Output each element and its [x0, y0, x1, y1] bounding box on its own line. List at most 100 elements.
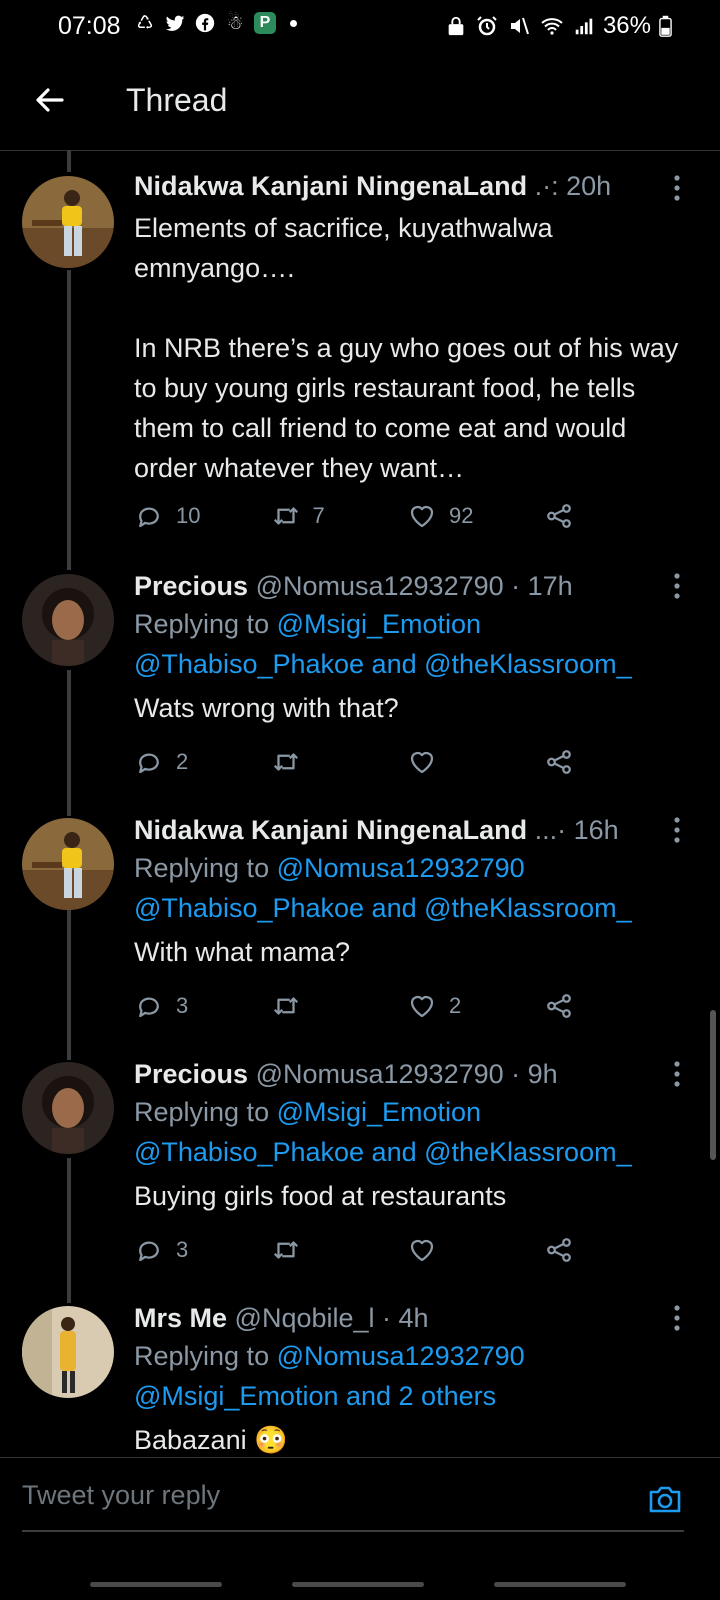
author-handle-time: @Nomusa12932790 · 9h	[248, 1059, 558, 1089]
reply-button[interactable]: 3	[134, 1235, 271, 1265]
status-time: 07:08	[58, 12, 121, 40]
tweet-actions: 10 7 92	[134, 496, 680, 536]
more-vertical-icon[interactable]	[672, 1304, 682, 1332]
mention-link[interactable]: @Thabiso_Phakoe and @theKlassroom_	[134, 888, 680, 928]
retweet-button[interactable]: 7	[271, 501, 408, 531]
recycle-notification-icon: ♺	[136, 12, 154, 34]
thread-connector	[67, 1158, 71, 1303]
like-icon	[410, 1239, 434, 1262]
tweet-text: Wats wrong with that?	[134, 693, 399, 723]
mention-link[interactable]: @Nomusa12932790	[277, 853, 525, 883]
wifi-icon	[541, 18, 563, 35]
author-handle-time: ...· 16h	[527, 815, 619, 845]
camera-icon[interactable]	[646, 1480, 684, 1518]
more-vertical-icon[interactable]	[672, 816, 682, 844]
avatar[interactable]	[22, 176, 114, 268]
like-button[interactable]	[407, 1235, 544, 1265]
author-name[interactable]: Nidakwa Kanjani NingenaLand	[134, 815, 527, 845]
tweet-actions: 3	[134, 1230, 680, 1270]
share-button[interactable]	[544, 1235, 681, 1265]
app-notification-icon: ☃	[226, 12, 244, 34]
mention-link[interactable]: @Nomusa12932790	[277, 1341, 525, 1371]
retweet-button[interactable]	[271, 991, 408, 1021]
reply-count: 3	[176, 993, 189, 1018]
reply-icon	[139, 507, 159, 528]
retweet-button[interactable]	[271, 747, 408, 777]
p-app-notification-icon: P	[254, 12, 276, 34]
author-name[interactable]: Mrs Me	[134, 1303, 227, 1333]
battery-icon	[659, 15, 672, 37]
like-button[interactable]	[407, 747, 544, 777]
more-vertical-icon[interactable]	[672, 572, 682, 600]
notification-icons: ♺ ☃ P	[134, 12, 297, 34]
reply-button[interactable]: 2	[134, 747, 271, 777]
composer-underline	[22, 1530, 684, 1532]
system-nav-bar	[0, 1560, 720, 1600]
more-notifications-dot	[290, 19, 297, 27]
lock-icon	[448, 16, 464, 36]
mention-link[interactable]: @Msigi_Emotion	[277, 1097, 481, 1127]
author-handle-time: @Nqobile_l · 4h	[227, 1303, 429, 1333]
avatar[interactable]	[22, 818, 114, 910]
back-arrow-icon[interactable]	[30, 80, 70, 120]
share-icon	[546, 504, 571, 528]
like-button[interactable]: 2	[407, 991, 544, 1021]
more-vertical-icon[interactable]	[672, 174, 682, 202]
like-button[interactable]: 92	[407, 501, 544, 531]
avatar[interactable]	[22, 574, 114, 666]
like-icon	[410, 751, 434, 774]
retweet-count: 7	[312, 503, 325, 528]
replying-to: Replying to @Msigi_Emotion	[134, 604, 680, 644]
mention-link[interactable]: @Thabiso_Phakoe and @theKlassroom_	[134, 1132, 680, 1172]
mute-icon	[510, 17, 529, 35]
thread-header: Thread	[0, 50, 720, 151]
tweet-text: Elements of sacrifice, kuyathwalwa emnya…	[134, 213, 679, 483]
like-icon	[410, 995, 434, 1018]
share-icon	[546, 1238, 571, 1262]
share-button[interactable]	[544, 501, 681, 531]
signal-icon	[575, 18, 593, 35]
avatar[interactable]	[22, 1306, 114, 1398]
tweet-actions: 3 2	[134, 986, 680, 1026]
replying-to-label: Replying to	[134, 1341, 277, 1371]
scrollbar[interactable]	[710, 1010, 716, 1160]
reply-count: 3	[176, 1237, 189, 1262]
reply-button[interactable]: 3	[134, 991, 271, 1021]
author-name[interactable]: Precious	[134, 571, 248, 601]
battery-percent: 36%	[602, 12, 651, 39]
author-name[interactable]: Nidakwa Kanjani NingenaLand	[134, 171, 527, 201]
replying-to-label: Replying to	[134, 1097, 277, 1127]
mention-link[interactable]: @Thabiso_Phakoe and @theKlassroom_	[134, 644, 680, 684]
author-handle-time: @Nomusa12932790 · 17h	[248, 571, 573, 601]
share-icon	[546, 994, 571, 1018]
alarm-icon	[477, 16, 497, 36]
reply-button[interactable]: 10	[134, 501, 271, 531]
replying-to: Replying to @Nomusa12932790	[134, 1336, 680, 1376]
status-bar: 07:08 ♺ ☃ P 36%	[0, 0, 720, 50]
replying-to: Replying to @Nomusa12932790	[134, 848, 680, 888]
nav-recents-button[interactable]	[90, 1582, 222, 1587]
retweet-icon	[273, 997, 298, 1015]
like-count: 2	[449, 993, 462, 1018]
share-button[interactable]	[544, 747, 681, 777]
retweet-button[interactable]	[271, 1235, 408, 1265]
author-name[interactable]: Precious	[134, 1059, 248, 1089]
twitter-notification-icon	[164, 12, 186, 34]
mention-link[interactable]: @Msigi_Emotion and 2 others	[134, 1376, 680, 1416]
retweet-icon	[273, 1241, 298, 1259]
author-handle-time: .·: 20h	[527, 171, 612, 201]
reply-count: 10	[176, 503, 201, 528]
mention-link[interactable]: @Msigi_Emotion	[277, 609, 481, 639]
retweet-icon	[273, 507, 298, 525]
page-title: Thread	[126, 82, 228, 118]
system-icons: 36%	[445, 12, 672, 40]
share-button[interactable]	[544, 991, 681, 1021]
nav-home-button[interactable]	[292, 1582, 424, 1587]
nav-back-button[interactable]	[494, 1582, 626, 1587]
reply-icon	[139, 753, 159, 774]
avatar[interactable]	[22, 1062, 114, 1154]
more-vertical-icon[interactable]	[672, 1060, 682, 1088]
thread-connector	[67, 150, 71, 172]
reply-input[interactable]	[22, 1480, 582, 1511]
replying-to-label: Replying to	[134, 853, 277, 883]
